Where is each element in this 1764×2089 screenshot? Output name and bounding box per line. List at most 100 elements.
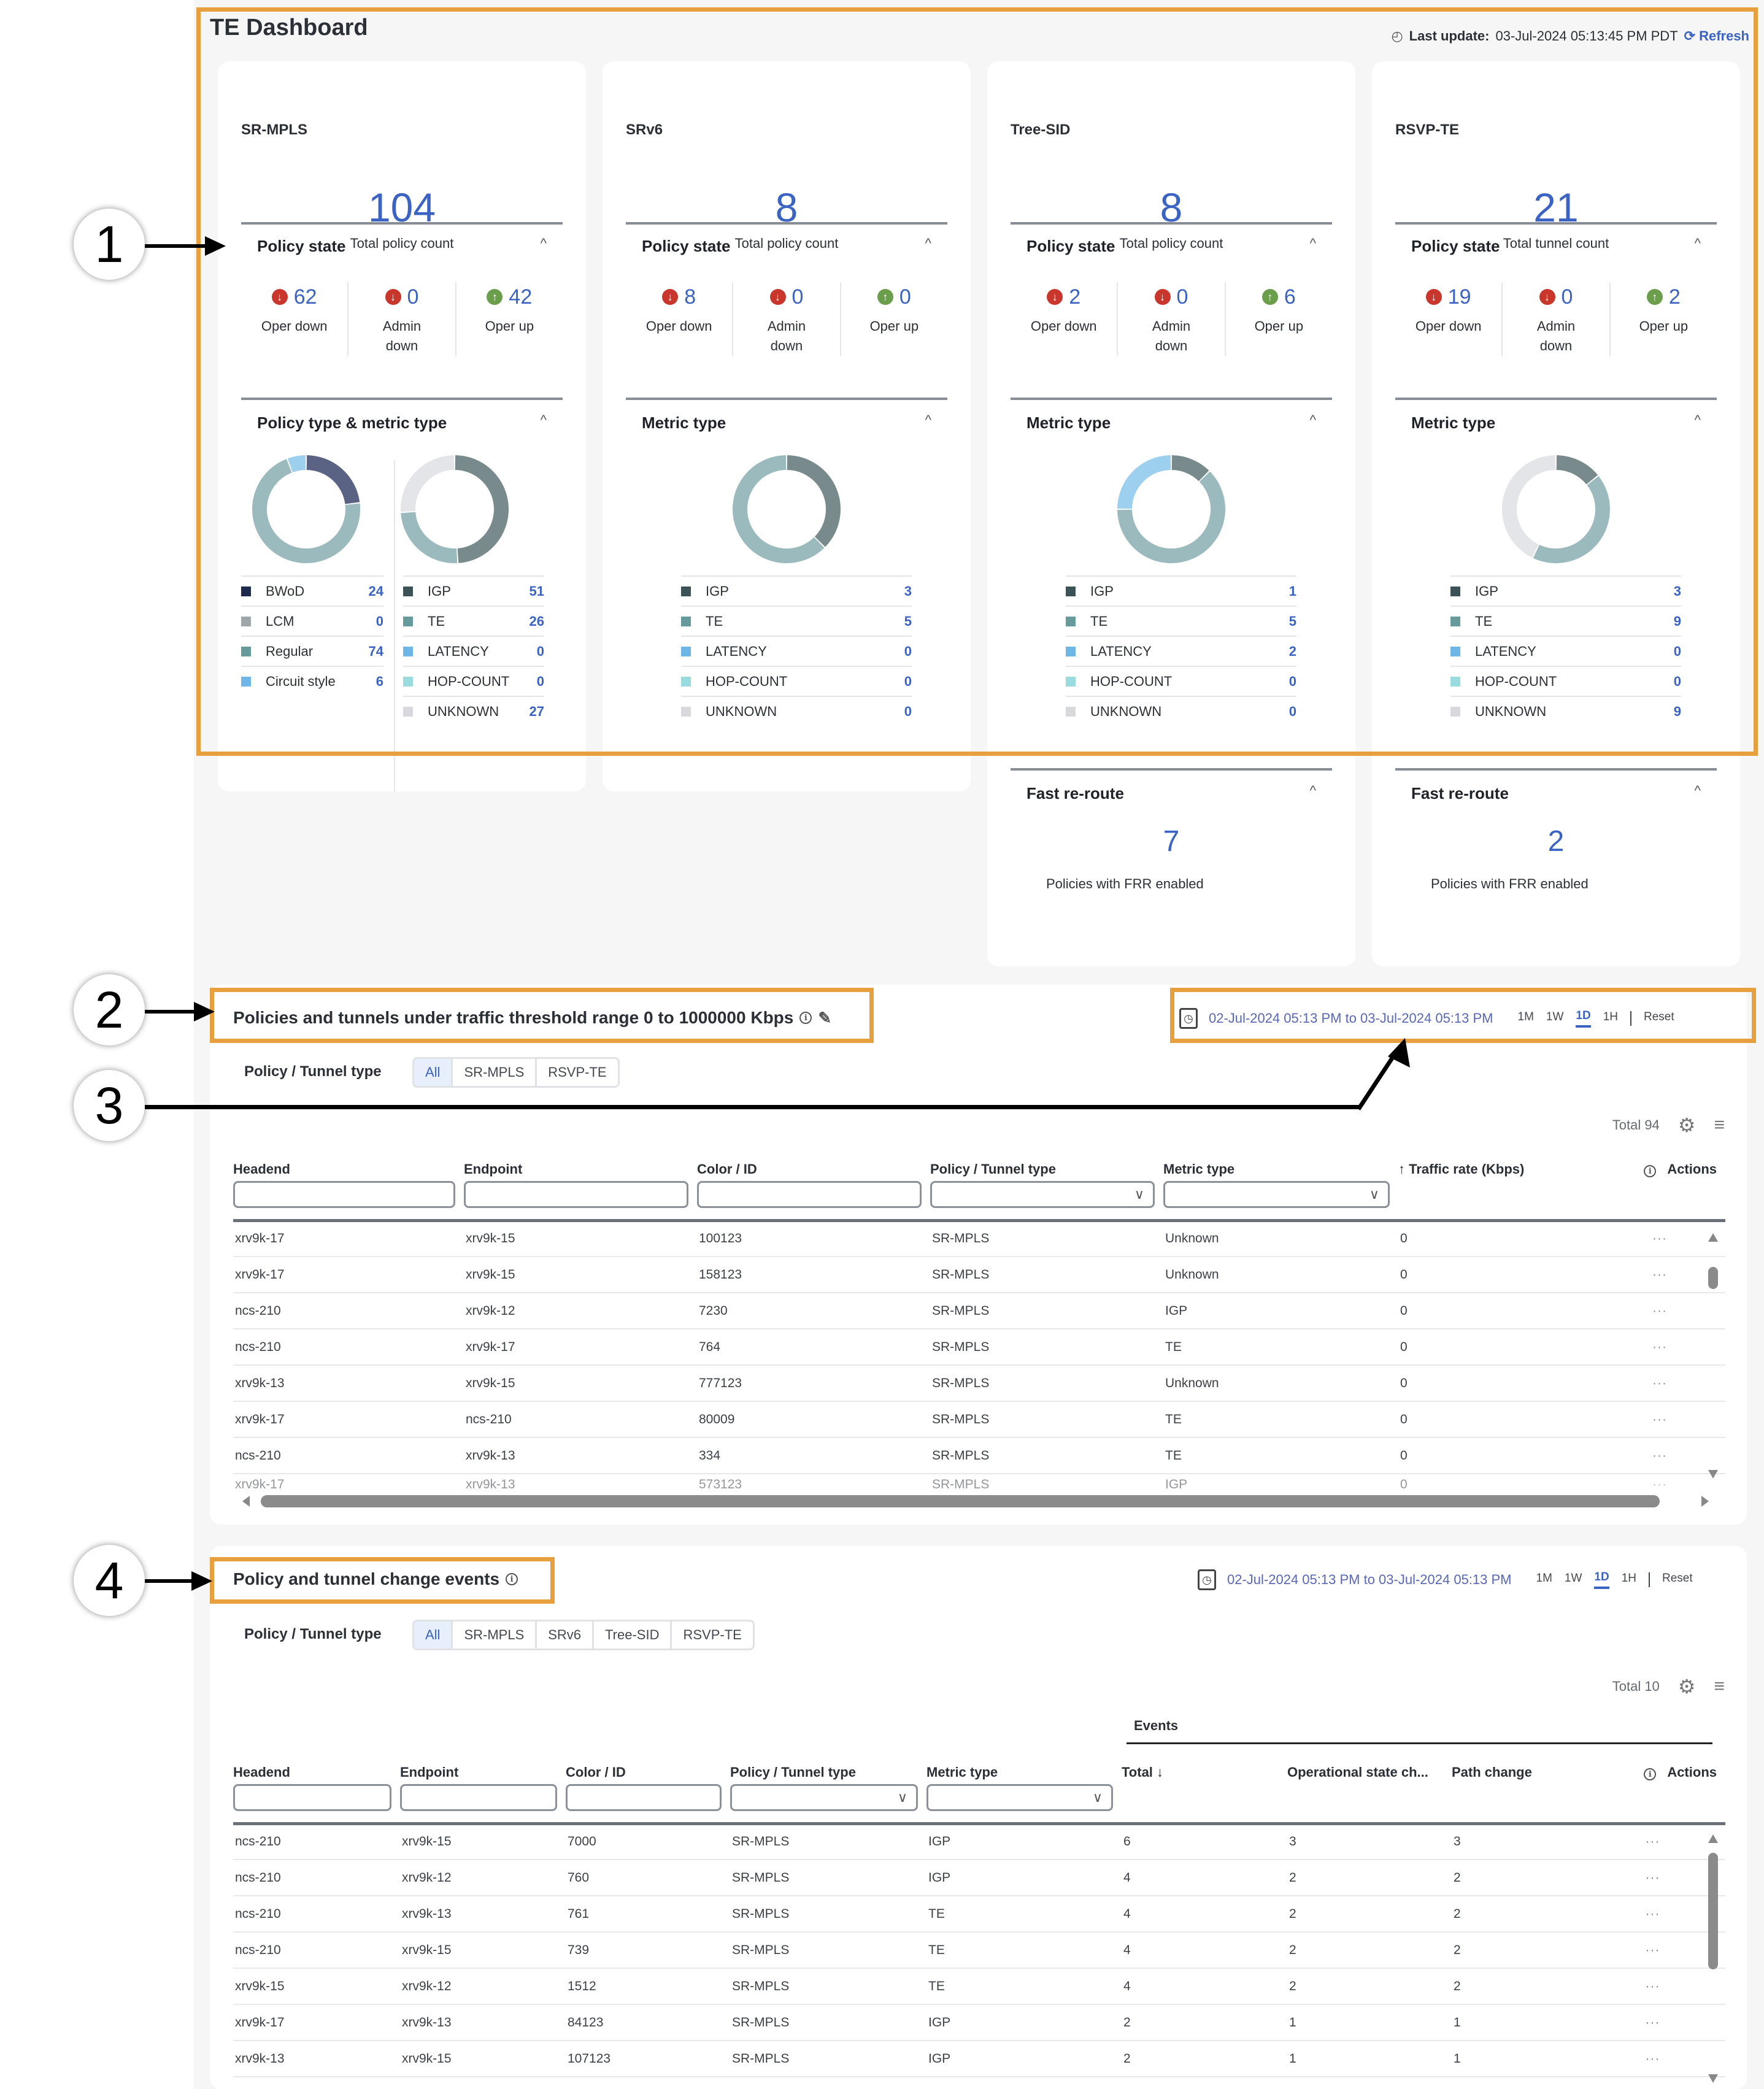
scroll-left-arrow[interactable] [242, 1496, 250, 1507]
more-actions-icon[interactable]: ··· [1652, 1412, 1667, 1426]
filter-input-color-id[interactable] [566, 1784, 722, 1811]
more-actions-icon[interactable]: ··· [1646, 1907, 1660, 1921]
more-actions-icon[interactable]: ··· [1652, 1477, 1667, 1491]
horizontal-scroll-thumb[interactable] [261, 1495, 1660, 1507]
frr-count[interactable]: 7 [987, 825, 1355, 858]
state-oper-down[interactable]: ↓ 62 Oper down [241, 282, 347, 356]
state-admin-down[interactable]: ↓ 0 Admin down [347, 282, 455, 356]
donut-segment-bwod[interactable] [306, 455, 360, 504]
filter-option-srv6[interactable]: SRv6 [535, 1622, 592, 1649]
calendar-icon[interactable]: ◷ [1198, 1569, 1216, 1590]
collapse-chevron-icon[interactable]: ^ [1310, 783, 1316, 799]
edit-threshold-icon[interactable]: ✎ [818, 1009, 831, 1028]
collapse-chevron-icon[interactable]: ^ [541, 412, 547, 428]
state-oper-down[interactable]: ↓ 19 Oper down [1395, 282, 1501, 356]
legend-item[interactable]: LATENCY 0 [1450, 636, 1681, 666]
table-row[interactable]: xrv9k-15 xrv9k-12 1512 SR-MPLS TE 4 2 2 ··· [233, 1968, 1725, 2005]
frr-count[interactable]: 2 [1372, 825, 1740, 858]
legend-item[interactable]: IGP 51 [403, 575, 544, 606]
more-actions-icon[interactable]: ··· [1652, 1231, 1667, 1245]
state-admin-down[interactable]: ↓ 0 Admin down [732, 282, 839, 356]
info-icon[interactable]: i [1644, 1768, 1657, 1780]
filter-option-rsvp-te[interactable]: RSVP-TE [535, 1059, 617, 1086]
more-actions-icon[interactable]: ··· [1646, 1943, 1660, 1957]
collapse-chevron-icon[interactable]: ^ [925, 412, 931, 428]
donut-segment-te[interactable] [1117, 471, 1225, 563]
traffic-horizontal-scrollbar[interactable] [242, 1494, 1709, 1509]
more-actions-icon[interactable]: ··· [1652, 1448, 1667, 1463]
range-option-1w[interactable]: 1W [1565, 1572, 1582, 1588]
column-header-metric-type[interactable]: Metric type [926, 1753, 1122, 1780]
filter-input-headend[interactable] [233, 1181, 455, 1208]
state-oper-up[interactable]: ↑ 0 Oper up [839, 282, 947, 356]
more-actions-icon[interactable]: ··· [1646, 1834, 1660, 1849]
settings-gear-icon[interactable]: ⚙ [1678, 1114, 1696, 1137]
traffic-vertical-scrollbar[interactable] [1706, 1233, 1720, 1479]
table-row[interactable]: xrv9k-17 xrv9k-15 158123 SR-MPLS Unknown 0 ··· [233, 1256, 1725, 1293]
table-row[interactable]: xrv9k-17 xrv9k-13 84123 SR-MPLS IGP 2 1 1 ··· [233, 2004, 1725, 2041]
filter-icon[interactable]: ≡ [1714, 1677, 1725, 1696]
donut-segment-unknown[interactable] [1502, 455, 1556, 558]
legend-item[interactable]: UNKNOWN 27 [403, 696, 544, 726]
filter-option-all[interactable]: All [414, 1622, 453, 1649]
scroll-down-arrow[interactable] [1708, 1470, 1718, 1479]
filter-option-sr-mpls[interactable]: SR-MPLS [451, 1059, 535, 1086]
column-header-total[interactable]: Total ↓ [1122, 1753, 1287, 1780]
more-actions-icon[interactable]: ··· [1652, 1304, 1667, 1318]
filter-input-endpoint[interactable] [400, 1784, 557, 1811]
filter-dropdown-policy-tunnel-type[interactable] [730, 1784, 918, 1811]
collapse-chevron-icon[interactable]: ^ [925, 236, 931, 252]
more-actions-icon[interactable]: ··· [1646, 1979, 1660, 1993]
reset-button[interactable]: Reset [1644, 1010, 1674, 1026]
collapse-chevron-icon[interactable]: ^ [1310, 412, 1316, 428]
table-row[interactable]: ncs-210 xrv9k-12 760 SR-MPLS IGP 4 2 2 ··· [233, 1860, 1725, 1896]
scroll-thumb[interactable] [1708, 1267, 1718, 1289]
info-icon[interactable]: i [799, 1012, 812, 1024]
donut-segment-circuit-style[interactable] [287, 455, 306, 473]
donut-segment-igp[interactable] [787, 455, 841, 547]
legend-item[interactable]: HOP-COUNT 0 [1066, 666, 1296, 696]
collapse-chevron-icon[interactable]: ^ [1310, 236, 1316, 252]
legend-item[interactable]: UNKNOWN 9 [1450, 696, 1681, 726]
donut-segment-unknown[interactable] [401, 455, 455, 512]
refresh-button[interactable]: ⟳ Refresh [1684, 28, 1749, 44]
column-header-metric-type[interactable]: Metric type [1163, 1150, 1398, 1177]
donut-segment-te[interactable] [1533, 475, 1610, 563]
legend-item[interactable]: HOP-COUNT 0 [403, 666, 544, 696]
range-option-1m[interactable]: 1M [1518, 1010, 1534, 1026]
column-header-path-change[interactable]: Path change [1452, 1753, 1587, 1780]
legend-item[interactable]: HOP-COUNT 0 [681, 666, 912, 696]
filter-dropdown-policy-tunnel-type[interactable] [930, 1181, 1155, 1208]
more-actions-icon[interactable]: ··· [1646, 2015, 1660, 2029]
filter-dropdown-metric-type[interactable] [926, 1784, 1113, 1811]
column-header-headend[interactable]: Headend [233, 1753, 400, 1780]
info-icon[interactable]: i [506, 1573, 518, 1585]
legend-item[interactable]: LATENCY 0 [681, 636, 912, 666]
column-header-endpoint[interactable]: Endpoint [464, 1150, 697, 1177]
settings-gear-icon[interactable]: ⚙ [1678, 1675, 1696, 1698]
traffic-date-text[interactable]: 02-Jul-2024 05:13 PM to 03-Jul-2024 05:1… [1209, 1010, 1493, 1026]
column-header-endpoint[interactable]: Endpoint [400, 1753, 566, 1780]
range-option-1m[interactable]: 1M [1536, 1572, 1552, 1588]
filter-icon[interactable]: ≡ [1714, 1116, 1725, 1134]
table-row[interactable]: xrv9k-17 ncs-210 80009 SR-MPLS TE 0 ··· [233, 1401, 1725, 1438]
filter-dropdown-metric-type[interactable] [1163, 1181, 1390, 1208]
legend-item[interactable]: TE 9 [1450, 606, 1681, 636]
donut-segment-latency[interactable] [1117, 455, 1171, 509]
legend-item[interactable]: IGP 3 [1450, 575, 1681, 606]
filter-option-rsvp-te[interactable]: RSVP-TE [670, 1622, 752, 1649]
donut-segment-igp[interactable] [1171, 455, 1209, 482]
legend-item[interactable]: LCM 0 [241, 606, 383, 636]
legend-item[interactable]: HOP-COUNT 0 [1450, 666, 1681, 696]
table-row[interactable]: xrv9k-17 xrv9k-15 100123 SR-MPLS Unknown 0 ··· [233, 1220, 1725, 1257]
filter-option-tree-sid[interactable]: Tree-SID [592, 1622, 670, 1649]
column-header-color-id[interactable]: Color / ID [697, 1150, 930, 1177]
legend-item[interactable]: TE 5 [1066, 606, 1296, 636]
legend-item[interactable]: TE 26 [403, 606, 544, 636]
scroll-down-arrow[interactable] [1708, 2074, 1718, 2083]
scroll-right-arrow[interactable] [1701, 1496, 1709, 1507]
filter-option-all[interactable]: All [414, 1059, 453, 1086]
collapse-chevron-icon[interactable]: ^ [1695, 412, 1701, 428]
table-row[interactable]: ncs-210 xrv9k-17 764 SR-MPLS TE 0 ··· [233, 1329, 1725, 1366]
table-row[interactable]: ncs-210 xrv9k-15 7000 SR-MPLS IGP 6 3 3 ··· [233, 1823, 1725, 1860]
